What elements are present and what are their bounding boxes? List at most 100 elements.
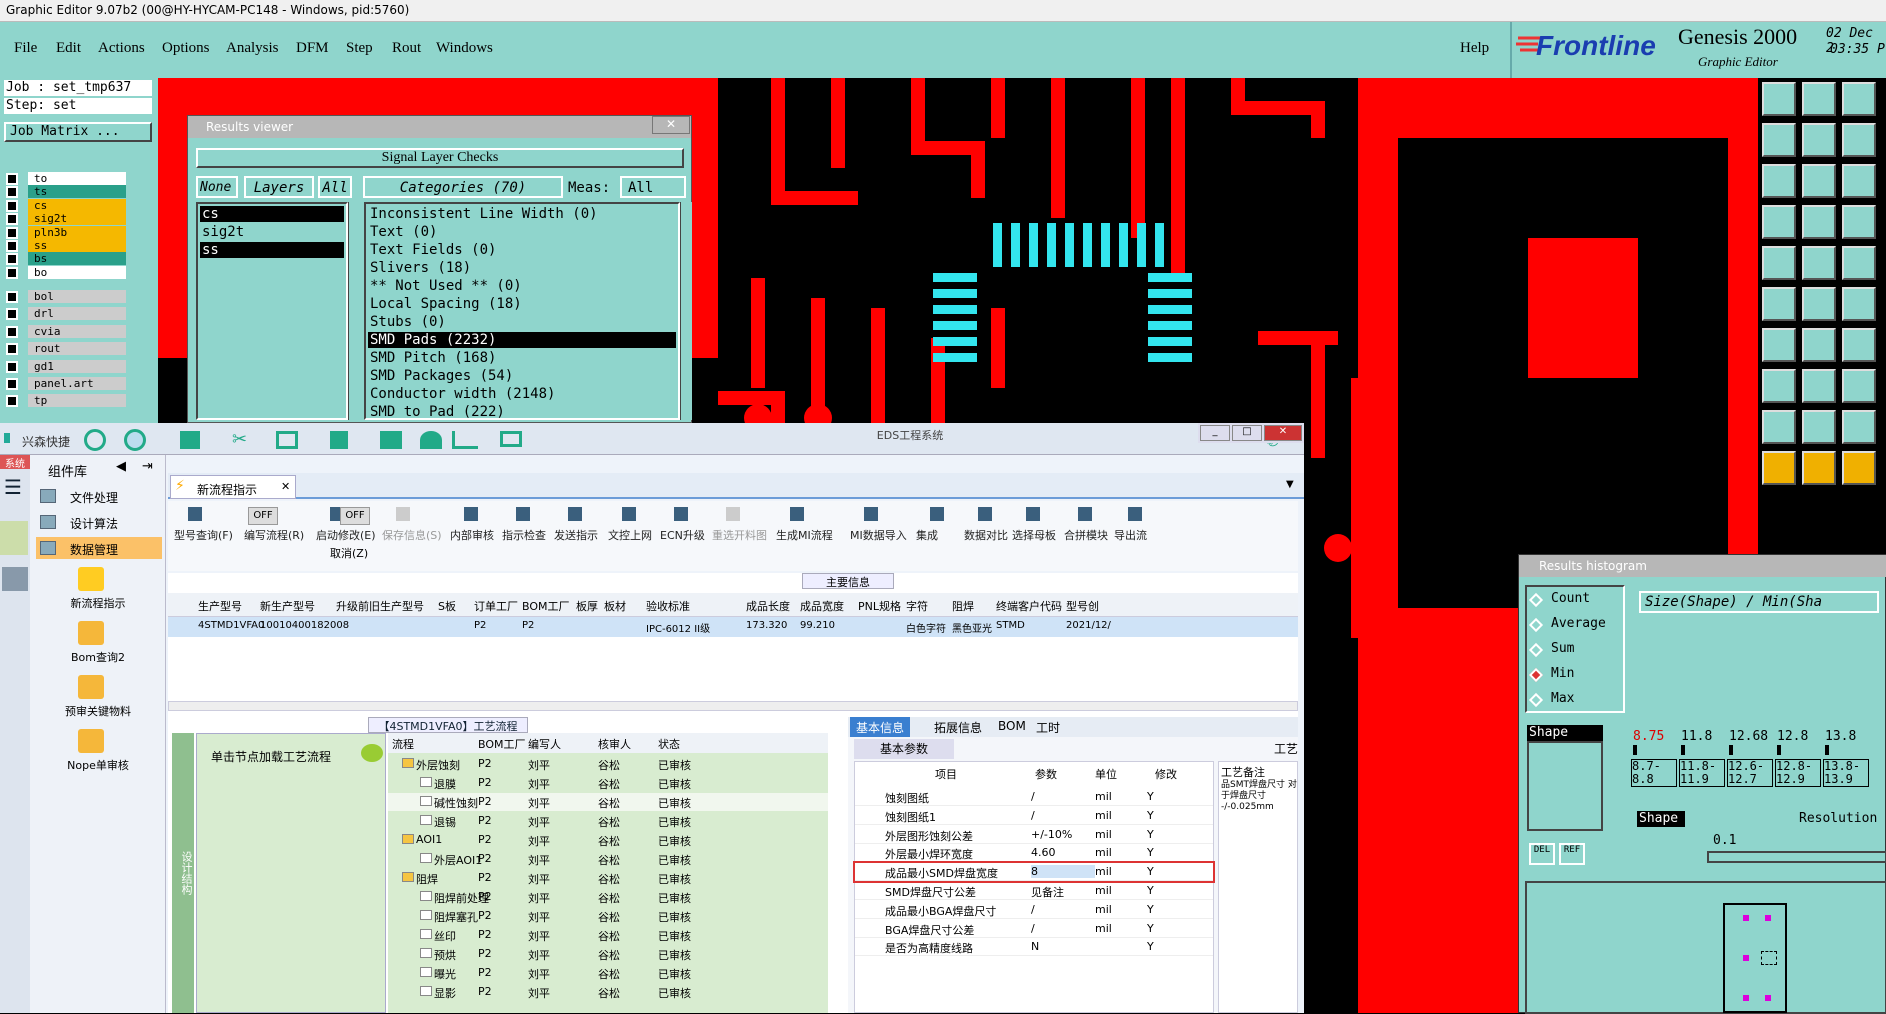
layer-checkbox[interactable] bbox=[6, 343, 18, 356]
tool-button-icon[interactable] bbox=[1842, 82, 1876, 116]
tool-button-icon[interactable] bbox=[1802, 205, 1836, 239]
param-row[interactable]: 蚀刻图纸 / mil Y bbox=[855, 788, 1213, 806]
tool-button-icon[interactable] bbox=[1802, 82, 1836, 116]
histogram-option[interactable]: Count bbox=[1551, 591, 1590, 606]
layer-checkbox[interactable] bbox=[6, 186, 18, 199]
toolbar-icon[interactable] bbox=[674, 507, 688, 521]
check-item[interactable]: Conductor width (2148) bbox=[368, 386, 676, 402]
chart-icon[interactable] bbox=[452, 431, 478, 449]
layer-row-cvia[interactable]: cvia bbox=[6, 324, 126, 339]
tool-icon[interactable] bbox=[2, 567, 28, 591]
radio-icon[interactable] bbox=[1528, 592, 1544, 608]
toggle-switch[interactable]: OFF bbox=[340, 507, 370, 525]
tool-button-icon[interactable] bbox=[1802, 369, 1836, 403]
flow-row[interactable]: AOI1 P2 刘平 谷松 已审核 bbox=[388, 831, 828, 849]
param-row[interactable]: 蚀刻图纸1 / mil Y bbox=[855, 807, 1213, 825]
flow-row[interactable]: 显影 P2 刘平 谷松 已审核 bbox=[388, 983, 828, 1001]
toolbar-icon[interactable] bbox=[622, 507, 636, 521]
meas-dropdown[interactable]: All bbox=[620, 176, 686, 198]
resolution-slider[interactable] bbox=[1707, 851, 1886, 863]
check-item[interactable]: SMD Pads (2232) bbox=[368, 332, 676, 348]
tab-new-process[interactable]: ⚡ 新流程指示 ✕ bbox=[170, 475, 296, 499]
menu-actions[interactable]: Actions bbox=[98, 40, 145, 57]
toolbar-button[interactable]: 启动修改(E) bbox=[316, 527, 376, 543]
radio-icon[interactable] bbox=[1528, 667, 1544, 683]
maximize-icon[interactable]: □ bbox=[1232, 425, 1262, 441]
job-matrix-button[interactable]: Job Matrix ... bbox=[4, 122, 152, 142]
toolbar-button[interactable]: 指示检查 bbox=[502, 527, 546, 543]
tool-button-icon[interactable] bbox=[1842, 328, 1876, 362]
toolbar-icon[interactable] bbox=[396, 507, 410, 521]
toolbar-button[interactable]: 导出流 bbox=[1114, 527, 1147, 543]
table-row[interactable]: 4STMD1VFA0 10010400182008 P2 P2 IPC-6012 II级… bbox=[168, 617, 1298, 637]
none-button[interactable]: None bbox=[196, 176, 238, 198]
export-icon[interactable] bbox=[330, 431, 348, 449]
histogram-option[interactable]: Min bbox=[1551, 666, 1574, 681]
layer-row-drl[interactable]: drl bbox=[6, 307, 126, 321]
layer-checkbox[interactable] bbox=[6, 291, 18, 303]
bin-range[interactable]: 11.8-11.9 bbox=[1679, 759, 1725, 787]
menu-analysis[interactable]: Analysis bbox=[226, 40, 279, 57]
toolbar-button[interactable]: 编写流程(R) bbox=[244, 527, 304, 543]
tool-button-icon[interactable] bbox=[1802, 123, 1836, 157]
flow-row[interactable]: 外层AOI1 P2 刘平 谷松 已审核 bbox=[388, 850, 828, 868]
layer-row-bol[interactable]: bol bbox=[6, 290, 126, 304]
ref-button[interactable]: REF bbox=[1559, 843, 1585, 865]
layer-checkbox[interactable] bbox=[6, 240, 18, 252]
app-icon[interactable] bbox=[78, 675, 104, 699]
pin-icon[interactable]: ⇥ bbox=[142, 459, 153, 474]
layer-checkbox[interactable] bbox=[6, 266, 18, 279]
radio-icon[interactable] bbox=[1528, 617, 1544, 633]
minimize-icon[interactable]: _ bbox=[1200, 425, 1230, 441]
param-row[interactable]: SMD焊盘尺寸公差 见备注 mil Y bbox=[855, 882, 1213, 900]
histogram-option[interactable]: Average bbox=[1551, 616, 1606, 631]
flow-row[interactable]: 退锡 P2 刘平 谷松 已审核 bbox=[388, 812, 828, 830]
menu-windows[interactable]: Windows bbox=[436, 40, 493, 57]
tool-button-icon[interactable] bbox=[1802, 410, 1836, 444]
toolbar-icon[interactable] bbox=[464, 507, 478, 521]
toolbar-icon[interactable] bbox=[864, 507, 878, 521]
flow-row[interactable]: 碱性蚀刻 P2 刘平 谷松 已审核 bbox=[388, 793, 828, 811]
layer-row-panel.art[interactable]: panel.art bbox=[6, 377, 126, 391]
toolbar-icon[interactable] bbox=[188, 507, 202, 521]
system-tab[interactable]: 系统 bbox=[0, 455, 30, 470]
toolbar-button[interactable]: ECN升级 bbox=[660, 527, 705, 543]
histogram-option[interactable]: Max bbox=[1551, 691, 1574, 706]
del-button[interactable]: DEL bbox=[1529, 843, 1555, 865]
toolbar-button[interactable]: 生成MI流程 bbox=[776, 527, 833, 543]
layer-row-pln3b[interactable]: pln3b bbox=[6, 225, 126, 240]
param-cell[interactable]: / bbox=[1031, 922, 1035, 935]
layer-row-ts[interactable]: ts bbox=[6, 185, 126, 199]
menu-rout[interactable]: Rout bbox=[392, 40, 421, 57]
menu-icon[interactable]: ☰ bbox=[4, 475, 22, 499]
param-cell[interactable]: 8 bbox=[1031, 865, 1095, 879]
flow-row[interactable]: 阻焊前处理 P2 刘平 谷松 已审核 bbox=[388, 888, 828, 906]
toolbar-button[interactable]: 发送指示 bbox=[554, 527, 598, 543]
toolbar-icon[interactable] bbox=[516, 507, 530, 521]
toolbar-icon[interactable] bbox=[1078, 507, 1092, 521]
toolbar-button[interactable]: 数据对比 bbox=[964, 527, 1008, 543]
layer-row-rout[interactable]: rout bbox=[6, 342, 126, 356]
histogram-option[interactable]: Sum bbox=[1551, 641, 1574, 656]
flow-row[interactable]: 丝印 P2 刘平 谷松 已审核 bbox=[388, 926, 828, 944]
tool-button-icon[interactable] bbox=[1802, 287, 1836, 321]
toolbar-button[interactable]: 型号查询(F) bbox=[174, 527, 233, 543]
tool-button-icon[interactable] bbox=[1842, 410, 1876, 444]
param-cell[interactable]: / bbox=[1031, 790, 1035, 803]
detail-tab[interactable]: 基本信息 bbox=[850, 717, 911, 737]
bin-range[interactable]: 13.8-13.9 bbox=[1823, 759, 1869, 787]
list-item[interactable]: ss bbox=[200, 242, 344, 258]
layer-list-scrollbar[interactable] bbox=[348, 202, 360, 420]
layer-checkbox[interactable] bbox=[6, 226, 18, 239]
design-struct-tab[interactable]: 设计结构 bbox=[172, 733, 194, 1013]
all-button[interactable]: All bbox=[318, 176, 352, 198]
grid-icon[interactable] bbox=[180, 431, 200, 449]
flow-row[interactable]: 阻焊塞孔 P2 刘平 谷松 已审核 bbox=[388, 907, 828, 925]
cut-icon[interactable]: ✂ bbox=[232, 429, 247, 450]
tool-button-icon[interactable] bbox=[1802, 451, 1836, 485]
param-cell[interactable]: 4.60 bbox=[1031, 846, 1056, 859]
toolbar-icon[interactable] bbox=[1128, 507, 1142, 521]
toolbar-button[interactable]: 重选开料图 bbox=[712, 527, 767, 543]
app-icon[interactable] bbox=[78, 729, 104, 753]
tool-button-icon[interactable] bbox=[1842, 123, 1876, 157]
